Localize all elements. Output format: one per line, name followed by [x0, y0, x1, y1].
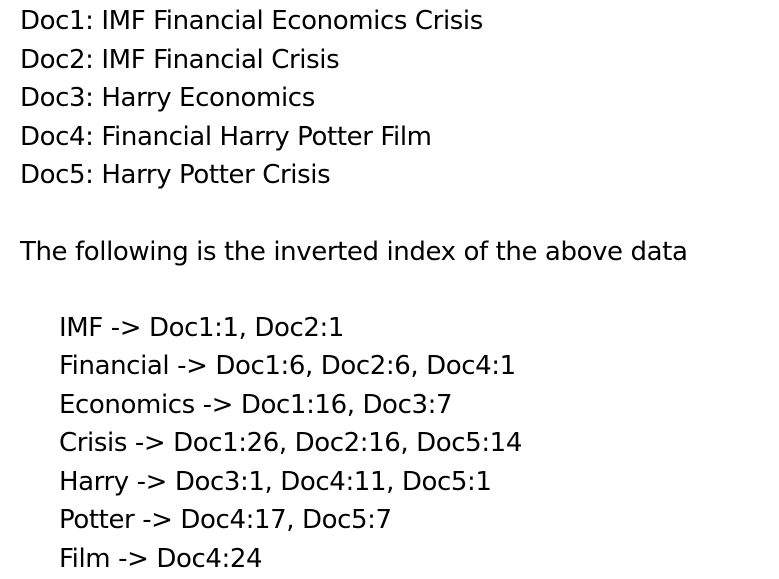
- inverted-index-list: IMF -> Doc1:1, Doc2:1 Financial -> Doc1:…: [59, 309, 779, 579]
- document-line: Doc1: IMF Financial Economics Crisis: [20, 6, 483, 36]
- document-line: Doc5: Harry Potter Crisis: [20, 160, 331, 190]
- document-page: Doc1: IMF Financial Economics Crisis Doc…: [0, 0, 779, 579]
- document-line: Doc3: Harry Economics: [20, 83, 315, 113]
- index-entry: Crisis -> Doc1:26, Doc2:16, Doc5:14: [59, 428, 522, 458]
- index-entry: Financial -> Doc1:6, Doc2:6, Doc4:1: [59, 351, 516, 381]
- document-list: Doc1: IMF Financial Economics Crisis Doc…: [20, 2, 779, 195]
- inverted-index-intro: The following is the inverted index of t…: [20, 236, 688, 267]
- document-line: Doc2: IMF Financial Crisis: [20, 44, 340, 75]
- index-entry: Economics -> Doc1:16, Doc3:7: [59, 389, 453, 420]
- index-entry: Potter -> Doc4:17, Doc5:7: [59, 505, 392, 535]
- index-entry: IMF -> Doc1:1, Doc2:1: [59, 312, 345, 343]
- document-line: Doc4: Financial Harry Potter Film: [20, 121, 432, 152]
- index-entry: Film -> Doc4:24: [59, 543, 263, 574]
- index-entry: Harry -> Doc3:1, Doc4:11, Doc5:1: [59, 466, 492, 497]
